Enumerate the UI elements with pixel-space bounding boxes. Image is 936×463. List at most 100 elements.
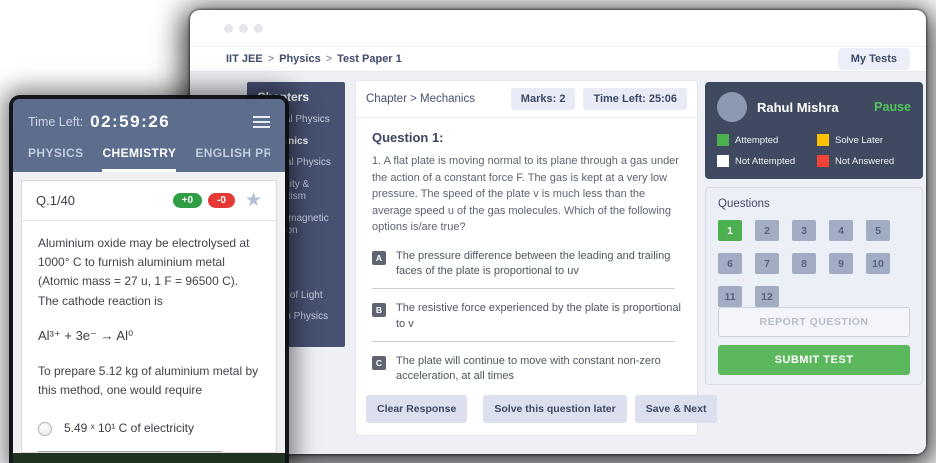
page: IIT JEE > Physics > Test Paper 1 My Test…: [0, 0, 936, 463]
breadcrumb-item[interactable]: Physics: [279, 53, 321, 65]
option-row[interactable]: C The plate will continue to move with c…: [372, 354, 681, 385]
questions-title: Questions: [718, 198, 910, 210]
option-row[interactable]: A The pressure difference between the le…: [372, 249, 681, 280]
legend-label: Attempted: [735, 135, 778, 146]
window-dot-icon[interactable]: [239, 24, 248, 33]
legend-label: Not Attempted: [735, 156, 795, 167]
chapter-breadcrumb: Chapter > Mechanics: [366, 93, 503, 105]
legend-label: Solve Later: [835, 135, 883, 146]
option-divider: [372, 341, 675, 342]
clear-response-button[interactable]: Clear Response: [366, 395, 467, 423]
breadcrumb-separator: >: [326, 53, 332, 65]
question-grid-cell[interactable]: 12: [755, 286, 779, 307]
avatar: [717, 92, 747, 122]
option-divider: [372, 288, 675, 289]
window-dot-icon[interactable]: [254, 24, 263, 33]
breadcrumb-separator: >: [268, 53, 274, 65]
radio-button[interactable]: [38, 422, 52, 436]
timer-row: Time Left: 02:59:26: [28, 112, 270, 132]
report-question-button[interactable]: REPORT QUESTION: [718, 307, 910, 337]
hamburger-menu-icon[interactable]: [253, 113, 270, 131]
option-row-wrap: B The resistive force experienced by the…: [372, 301, 681, 342]
breadcrumb-item[interactable]: Test Paper 1: [337, 53, 402, 65]
save-next-button[interactable]: Save & Next: [635, 395, 718, 423]
legend-item: Not Attempted: [717, 155, 811, 167]
question-counter: Q.1/40: [36, 193, 167, 208]
question-grid-cell[interactable]: 2: [755, 220, 779, 241]
bookmark-star-icon[interactable]: ★: [245, 191, 262, 210]
mobile-option-row[interactable]: 5.49 ˣ 10¹ C of electricity: [38, 419, 260, 438]
mobile-question-body: Aluminium oxide may be electrolysed at 1…: [22, 221, 276, 452]
mobile-question-text: To prepare 5.12 kg of aluminium metal by…: [38, 362, 260, 400]
question-grid-cell[interactable]: 11: [718, 286, 742, 307]
time-left-badge: Time Left: 25:06: [583, 88, 687, 110]
user-name: Rahul Mishra: [757, 100, 839, 115]
question-grid-cell[interactable]: 6: [718, 253, 742, 274]
question-grid-cell[interactable]: 3: [792, 220, 816, 241]
subject-tab[interactable]: ENGLISH PROFICIENCY: [195, 146, 270, 172]
negative-marks-badge: -0: [208, 193, 235, 208]
option-text: The plate will continue to move with con…: [396, 354, 681, 385]
legend-item: Attempted: [717, 134, 811, 146]
window-titlebar: [190, 10, 926, 46]
breadcrumb: IIT JEE > Physics > Test Paper 1: [226, 53, 402, 65]
mobile-option-wrap: 5.49 ˣ 10¹ C of electricity: [38, 419, 260, 452]
positive-marks-badge: +0: [173, 193, 202, 208]
questions-panel: Questions 123456789101112 REPORT QUESTIO…: [705, 187, 923, 385]
legend-swatch: [717, 134, 729, 146]
time-left-value: 02:59:26: [90, 112, 170, 132]
question-grid-cell[interactable]: 7: [755, 253, 779, 274]
mobile-question-card: Q.1/40 +0 -0 ★ Aluminium oxide may be el…: [21, 180, 277, 453]
option-letter-chip: B: [372, 303, 386, 317]
my-tests-button[interactable]: My Tests: [838, 48, 910, 70]
status-legend: Attempted Solve Later Not Attempted Not …: [717, 134, 911, 167]
question-grid-cell[interactable]: 5: [866, 220, 890, 241]
desktop-window: IIT JEE > Physics > Test Paper 1 My Test…: [190, 10, 926, 454]
mobile-app-overlay: Time Left: 02:59:26 PHYSICS CHEMISTRY ENGL…: [13, 99, 285, 463]
subject-tab[interactable]: CHEMISTRY: [102, 146, 176, 172]
question-grid-cell[interactable]: 9: [829, 253, 853, 274]
question-grid: 123456789101112: [718, 220, 910, 307]
option-row-wrap: A The pressure difference between the le…: [372, 249, 681, 290]
window-dot-icon[interactable]: [224, 24, 233, 33]
option-text: The resistive force experienced by the p…: [396, 301, 681, 332]
breadcrumb-item[interactable]: IIT JEE: [226, 53, 263, 65]
legend-label: Not Answered: [835, 156, 894, 167]
legend-swatch: [817, 155, 829, 167]
breadcrumb-bar: IIT JEE > Physics > Test Paper 1 My Test…: [190, 46, 926, 72]
options-list: A The pressure difference between the le…: [372, 249, 681, 392]
mobile-options-list: 5.49 ˣ 10¹ C of electricity 5.49 ˣ 10⁴ C…: [38, 419, 260, 452]
question-grid-cell[interactable]: 4: [829, 220, 853, 241]
question-footer: Clear Response Solve this question later…: [356, 391, 697, 435]
option-letter-chip: C: [372, 356, 386, 370]
question-grid-cell[interactable]: 8: [792, 253, 816, 274]
legend-swatch: [717, 155, 729, 167]
solve-later-button[interactable]: Solve this question later: [483, 395, 626, 423]
mobile-question-text: Aluminium oxide may be electrolysed at 1…: [38, 234, 260, 311]
mobile-question-header: Q.1/40 +0 -0 ★: [22, 181, 276, 221]
question-card-header: Chapter > Mechanics Marks: 2 Time Left: …: [356, 81, 697, 118]
mobile-option-text: 5.49 ˣ 10¹ C of electricity: [64, 419, 194, 438]
legend-item: Not Answered: [817, 155, 911, 167]
subject-tab[interactable]: PHYSICS: [28, 146, 83, 172]
option-letter-chip: A: [372, 251, 386, 265]
pause-button[interactable]: Pause: [874, 100, 911, 114]
subject-tabs: PHYSICS CHEMISTRY ENGLISH PROFICIENCY: [28, 146, 270, 172]
window-body: Chapters General PhysicsMechanicsThermal…: [190, 72, 926, 454]
legend-item: Solve Later: [817, 134, 911, 146]
right-panel: Rahul Mishra Pause Attempted Solve Later: [705, 82, 923, 385]
question-grid-cell[interactable]: 1: [718, 220, 742, 241]
user-card: Rahul Mishra Pause Attempted Solve Later: [705, 82, 923, 179]
reaction-equation: Al³⁺ + 3e⁻ → Al⁰: [38, 326, 260, 347]
question-title: Question 1:: [372, 130, 681, 145]
legend-swatch: [817, 134, 829, 146]
question-grid-cell[interactable]: 10: [866, 253, 890, 274]
time-left-label: Time Left:: [28, 115, 83, 129]
mobile-option-divider: [38, 451, 222, 452]
option-row[interactable]: B The resistive force experienced by the…: [372, 301, 681, 332]
user-row: Rahul Mishra Pause: [717, 92, 911, 122]
submit-test-button[interactable]: SUBMIT TEST: [718, 345, 910, 375]
window-controls[interactable]: [224, 24, 263, 33]
mobile-header: Time Left: 02:59:26 PHYSICS CHEMISTRY ENGL…: [13, 99, 285, 172]
question-card: Chapter > Mechanics Marks: 2 Time Left: …: [355, 80, 698, 436]
